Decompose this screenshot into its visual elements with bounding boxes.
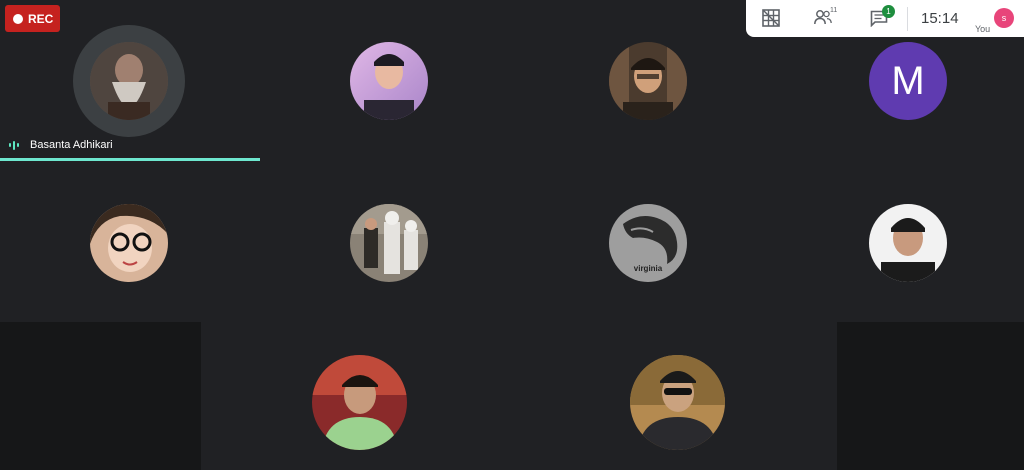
participant-photo bbox=[350, 42, 428, 120]
participant-photo bbox=[90, 204, 168, 282]
self-avatar[interactable]: s bbox=[994, 8, 1014, 28]
participant-avatar[interactable] bbox=[90, 42, 168, 120]
grid-layout-icon[interactable] bbox=[762, 9, 780, 27]
participant-photo bbox=[869, 204, 947, 282]
participant-avatar[interactable] bbox=[869, 204, 947, 282]
empty-area-right bbox=[837, 322, 1024, 470]
participant-avatar[interactable] bbox=[350, 204, 428, 282]
chat-button[interactable]: 1 bbox=[870, 5, 895, 30]
people-count: 11 bbox=[830, 7, 838, 14]
chat-badge: 1 bbox=[882, 5, 895, 18]
meeting-toolbar: 11 1 15:14 s You bbox=[746, 0, 1024, 37]
meeting-clock: 15:14 bbox=[921, 10, 959, 27]
empty-area-left bbox=[0, 322, 201, 470]
participant-photo bbox=[312, 355, 407, 450]
participant-avatar[interactable] bbox=[312, 355, 407, 450]
participant-avatar[interactable] bbox=[609, 42, 687, 120]
speaker-name: Basanta Adhikari bbox=[30, 139, 113, 151]
participant-photo bbox=[630, 355, 725, 450]
participant-photo bbox=[90, 42, 168, 120]
participant-avatar[interactable]: M bbox=[869, 42, 947, 120]
participant-avatar[interactable] bbox=[90, 204, 168, 282]
active-speaker-label: Basanta Adhikari bbox=[9, 139, 113, 151]
participant-avatar[interactable] bbox=[350, 42, 428, 120]
participant-avatar[interactable] bbox=[630, 355, 725, 450]
participant-photo bbox=[350, 204, 428, 282]
recording-dot-icon bbox=[13, 13, 23, 24]
audio-level-icon bbox=[9, 140, 19, 150]
self-label: You bbox=[975, 24, 991, 34]
speaking-indicator-bar bbox=[0, 158, 260, 161]
participant-photo bbox=[609, 42, 687, 120]
toolbar-divider bbox=[907, 7, 908, 31]
recording-label: REC bbox=[28, 11, 54, 26]
people-button[interactable]: 11 bbox=[814, 7, 838, 29]
virginia-logo-text: virginia bbox=[633, 264, 663, 273]
recording-indicator: REC bbox=[5, 5, 60, 32]
participant-avatar[interactable]: virginia bbox=[609, 204, 687, 282]
participant-initial: M bbox=[891, 58, 925, 103]
